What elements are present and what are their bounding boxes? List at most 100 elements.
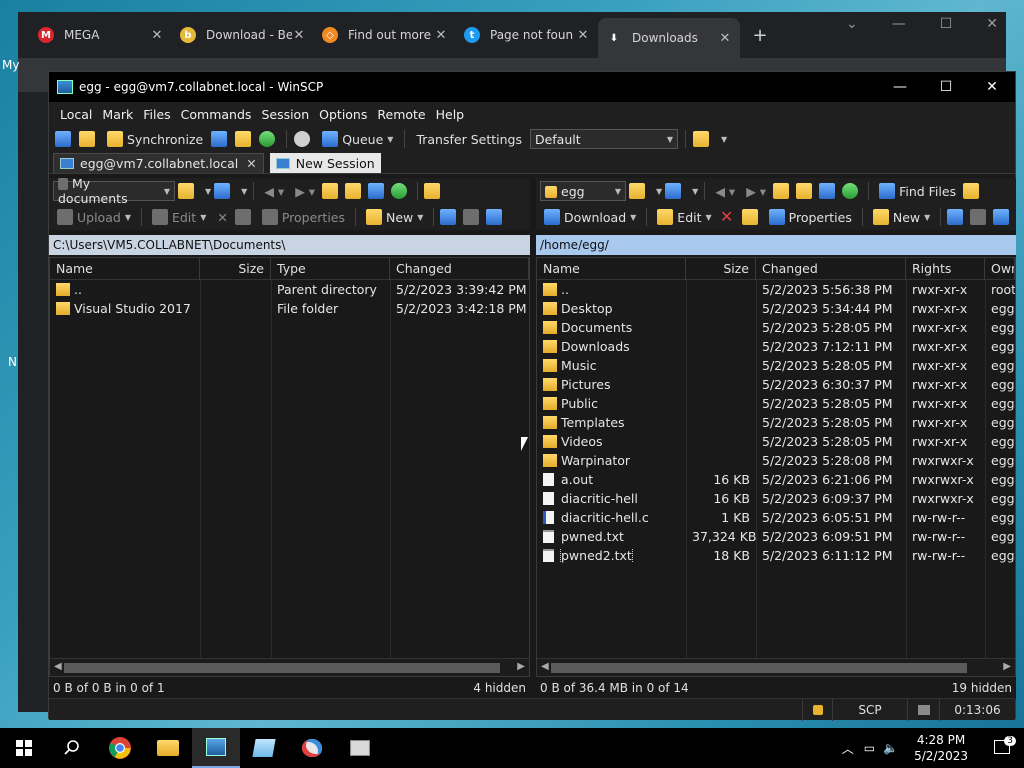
menu-item-files[interactable]: Files (138, 107, 175, 122)
close-icon[interactable]: ✕ (576, 28, 590, 43)
parent-directory-icon[interactable] (773, 183, 790, 199)
select-all-icon[interactable] (947, 209, 964, 225)
table-row[interactable]: .. Parent directory 5/2/2023 3:39:42 PM (50, 280, 529, 299)
column-header-rights[interactable]: Rights (906, 258, 985, 280)
close-icon[interactable]: ✕ (292, 28, 306, 43)
transfer-icon[interactable] (259, 131, 276, 147)
close-icon[interactable]: ✕ (150, 28, 164, 43)
search-button[interactable] (48, 728, 96, 768)
refresh-icon[interactable] (842, 183, 859, 199)
taskbar-winscp[interactable] (192, 728, 240, 768)
table-row[interactable]: Desktop 5/2/2023 5:34:44 PM rwxr-xr-x egg (537, 299, 1015, 318)
table-row[interactable]: Music 5/2/2023 5:28:05 PM rwxr-xr-x egg (537, 356, 1015, 375)
menu-item-mark[interactable]: Mark (97, 107, 138, 122)
table-row[interactable]: Videos 5/2/2023 5:28:05 PM rwxr-xr-x egg (537, 432, 1015, 451)
column-header-changed[interactable]: Changed (390, 258, 529, 280)
properties-button[interactable]: Properties (258, 206, 349, 228)
forward-icon[interactable]: ▶ ▾ (291, 180, 319, 202)
close-icon[interactable]: ✕ (986, 16, 998, 32)
menu-item-session[interactable]: Session (256, 107, 314, 122)
column-header-owr[interactable]: Owr (985, 258, 1015, 280)
column-header-size[interactable]: Size (686, 258, 756, 280)
remote-location-select[interactable]: egg ▼ (540, 181, 626, 201)
filter-icon[interactable] (214, 183, 231, 199)
close-button[interactable]: ✕ (969, 79, 1015, 95)
network-icon[interactable]: ▭ (860, 741, 879, 755)
edit-button[interactable]: Edit ▼ (148, 206, 210, 228)
unselect-icon[interactable] (463, 209, 480, 225)
root-directory-icon[interactable] (345, 183, 362, 199)
properties-button[interactable]: Properties (765, 206, 856, 228)
chevron-down-icon[interactable]: ⌄ (846, 16, 858, 32)
taskbar-notepad[interactable] (240, 728, 288, 768)
table-row[interactable]: diacritic-hell.c 1 KB 5/2/2023 6:05:51 PM r… (537, 508, 1015, 527)
unselect-icon[interactable] (970, 209, 987, 225)
keep-remote-icon[interactable] (235, 131, 252, 147)
tab-new-session[interactable]: New Session (269, 153, 381, 173)
browser-tab[interactable]: t Page not foun ✕ (456, 18, 598, 52)
refresh-icon[interactable] (391, 183, 408, 199)
title-bar[interactable]: egg - egg@vm7.collabnet.local - WinSCP —… (49, 72, 1015, 102)
find-files-button[interactable]: Find Files (875, 180, 960, 202)
tab-session-egg[interactable]: egg@vm7.collabnet.local ✕ (53, 153, 264, 173)
volume-icon[interactable]: 🔈 (879, 741, 902, 755)
browser-tab[interactable]: M MEGA ✕ (30, 18, 172, 52)
root-directory-icon[interactable] (796, 183, 813, 199)
back-icon[interactable]: ◀ ▾ (260, 180, 288, 202)
menu-item-commands[interactable]: Commands (176, 107, 257, 122)
preferences-icon[interactable] (692, 131, 709, 147)
synchronize-button[interactable]: Synchronize (103, 128, 207, 150)
column-header-name[interactable]: Name (50, 258, 200, 280)
notifications-button[interactable]: 3 (980, 735, 1024, 757)
forward-icon[interactable]: ▶ ▾ (742, 180, 770, 202)
column-header-changed[interactable]: Changed (756, 258, 906, 280)
gear-icon[interactable] (294, 131, 311, 147)
table-row[interactable]: .. 5/2/2023 5:56:38 PM rwxr-xr-x root (537, 280, 1015, 299)
filter-select-icon[interactable] (993, 209, 1010, 225)
tree-toggle-icon[interactable] (424, 183, 441, 199)
column-header-size[interactable]: Size (200, 258, 271, 280)
menu-item-options[interactable]: Options (314, 107, 372, 122)
maximize-icon[interactable]: ☐ (940, 16, 953, 32)
remote-file-list[interactable]: Name Size Changed Rights Owr .. 5/2/2023 5:56… (536, 257, 1016, 677)
filter-select-icon[interactable] (486, 209, 503, 225)
taskbar-paint[interactable] (288, 728, 336, 768)
table-row[interactable]: a.out 16 KB 5/2/2023 6:21:06 PM rwxrwxr-x eg… (537, 470, 1015, 489)
home-icon[interactable] (368, 183, 385, 199)
taskbar-app[interactable] (336, 728, 384, 768)
minimize-icon[interactable]: — (892, 16, 906, 32)
column-header-type[interactable]: Type (271, 258, 390, 280)
table-row[interactable]: Visual Studio 2017 File folder 5/2/2023 3:… (50, 299, 529, 318)
new-tab-button[interactable]: + (748, 25, 772, 46)
table-row[interactable]: Templates 5/2/2023 5:28:05 PM rwxr-xr-x egg (537, 413, 1015, 432)
chevron-up-icon[interactable]: ︿ (836, 740, 860, 757)
rename-icon[interactable] (234, 209, 251, 225)
compare-icon[interactable] (55, 131, 71, 147)
maximize-button[interactable]: ☐ (923, 79, 969, 95)
menu-item-help[interactable]: Help (431, 107, 470, 122)
local-horizontal-scrollbar[interactable]: ◀ ▶ (50, 658, 529, 676)
filter-icon[interactable] (665, 183, 682, 199)
remote-hidden-count[interactable]: 19 hidden (952, 681, 1012, 695)
rename-icon[interactable] (741, 209, 758, 225)
table-row[interactable]: diacritic-hell 16 KB 5/2/2023 6:09:37 PM rw… (537, 489, 1015, 508)
transfer-settings-select[interactable]: Default ▼ (529, 129, 678, 149)
back-icon[interactable]: ◀ ▾ (711, 180, 739, 202)
browser-tab[interactable]: ⬇ Downloads ✕ (598, 18, 740, 58)
table-row[interactable]: pwned2.txt 18 KB 5/2/2023 6:11:12 PM rw-rw-… (537, 546, 1015, 565)
browser-tab[interactable]: ◇ Find out more ✕ (314, 18, 456, 52)
delete-icon[interactable]: ✕ (213, 206, 231, 228)
open-folder-icon[interactable] (178, 183, 194, 199)
download-button[interactable]: Download ▼ (540, 206, 640, 228)
parent-directory-icon[interactable] (322, 183, 339, 199)
queue-button[interactable]: Queue ▼ (318, 128, 397, 150)
table-row[interactable]: Downloads 5/2/2023 7:12:11 PM rwxr-xr-x egg (537, 337, 1015, 356)
upload-button[interactable]: Upload ▼ (53, 206, 135, 228)
table-row[interactable]: Documents 5/2/2023 5:28:05 PM rwxr-xr-x egg (537, 318, 1015, 337)
browser-tab[interactable]: b Download - Be ✕ (172, 18, 314, 52)
new-button[interactable]: New ▼ (362, 206, 427, 228)
local-path-bar[interactable]: C:\Users\VM5.COLLABNET\Documents\ (49, 235, 530, 255)
table-row[interactable]: pwned.txt 37,324 KB 5/2/2023 6:09:51 PM rw-… (537, 527, 1015, 546)
terminal-icon[interactable] (211, 131, 228, 147)
column-header-name[interactable]: Name (537, 258, 686, 280)
